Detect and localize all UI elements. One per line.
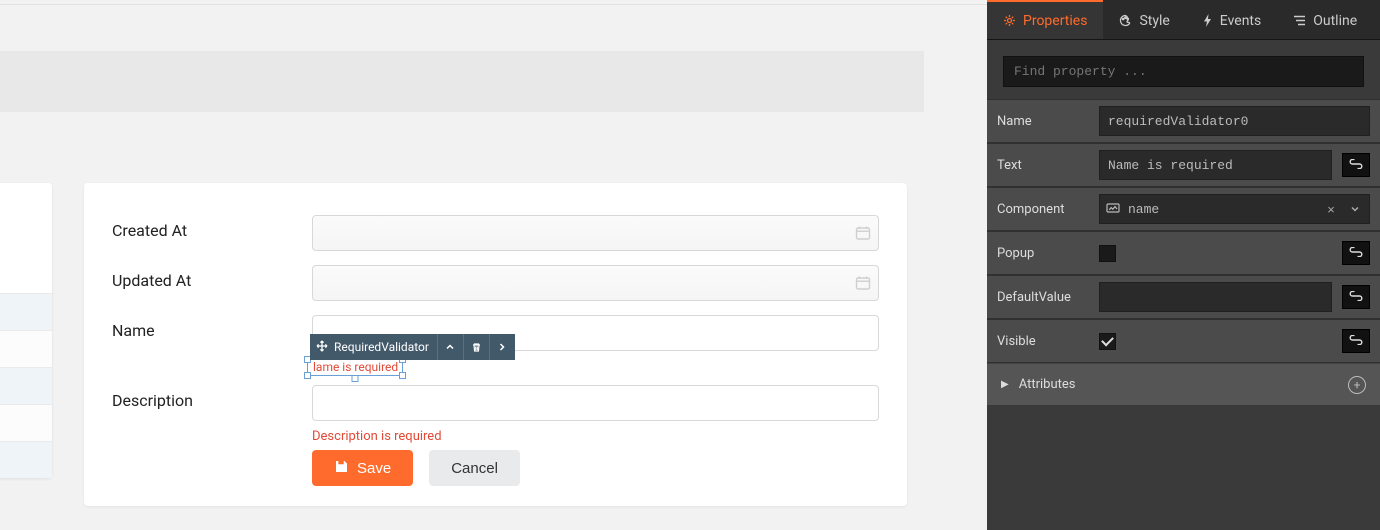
workspace: Created At Updated At Name — [0, 0, 987, 530]
clear-icon[interactable]: × — [1323, 202, 1339, 217]
form-row-description: Description Description is required — [112, 385, 879, 444]
property-search-input[interactable] — [1003, 56, 1364, 87]
tab-properties[interactable]: Properties — [987, 0, 1103, 39]
bind-button[interactable] — [1342, 241, 1370, 265]
prop-row-component: Component name × — [987, 187, 1380, 231]
outline-icon — [1293, 15, 1306, 26]
list-item[interactable] — [0, 367, 52, 404]
tab-events-label: Events — [1220, 13, 1261, 29]
tab-style-label: Style — [1139, 13, 1169, 29]
label-description: Description — [112, 385, 312, 410]
cancel-button[interactable]: Cancel — [429, 450, 520, 486]
prop-component-select[interactable]: name × — [1099, 194, 1370, 224]
resize-handle[interactable] — [304, 372, 311, 379]
chevron-right-icon: ▶ — [1001, 379, 1009, 390]
list-item[interactable] — [0, 404, 52, 441]
list-item[interactable] — [0, 330, 52, 367]
label-created-at: Created At — [112, 215, 312, 240]
link-icon — [1349, 334, 1363, 349]
form-card: Created At Updated At Name — [84, 183, 907, 506]
inspector-tabs: Properties Style Events Outline — [987, 0, 1380, 40]
bind-button[interactable] — [1342, 153, 1370, 177]
prop-defaultvalue-input[interactable] — [1099, 282, 1332, 312]
link-icon — [1349, 290, 1363, 305]
bolt-icon — [1202, 14, 1213, 27]
prop-row-name: Name — [987, 99, 1380, 143]
form-row-updated-at: Updated At — [112, 265, 879, 301]
chevron-down-icon[interactable] — [1347, 202, 1363, 217]
resize-handle[interactable] — [399, 372, 406, 379]
prop-row-popup: Popup — [987, 231, 1380, 275]
save-button[interactable]: Save — [312, 450, 413, 486]
tab-events[interactable]: Events — [1186, 0, 1277, 39]
form-row-created-at: Created At — [112, 215, 879, 251]
top-divider — [0, 4, 987, 5]
tab-properties-label: Properties — [1023, 13, 1087, 29]
prop-visible-checkbox[interactable] — [1099, 333, 1116, 350]
bind-button[interactable] — [1342, 329, 1370, 353]
attributes-label: Attributes — [1019, 377, 1076, 392]
validator-tag-label: RequiredValidator — [334, 340, 429, 354]
component-icon — [1106, 202, 1120, 217]
selection-box[interactable] — [307, 359, 403, 376]
updated-at-input[interactable] — [312, 265, 879, 301]
side-peek-card — [0, 183, 52, 478]
prop-label: DefaultValue — [997, 290, 1089, 305]
move-icon — [316, 340, 328, 355]
prop-label: Popup — [997, 246, 1089, 261]
tab-outline-label: Outline — [1313, 13, 1357, 29]
prop-popup-checkbox[interactable] — [1099, 245, 1116, 262]
label-name: Name — [112, 315, 312, 340]
gear-icon — [1003, 14, 1016, 27]
prop-name-input[interactable] — [1099, 106, 1370, 136]
validator-toolbar[interactable]: RequiredValidator — [310, 334, 515, 360]
created-at-input[interactable] — [312, 215, 879, 251]
prop-row-defaultvalue: DefaultValue — [987, 275, 1380, 319]
prop-text-input[interactable] — [1099, 150, 1332, 180]
list-item[interactable] — [0, 441, 52, 478]
validator-next-button[interactable] — [489, 334, 515, 360]
prop-label: Text — [997, 158, 1089, 173]
tab-outline[interactable]: Outline — [1277, 0, 1373, 39]
link-icon — [1349, 246, 1363, 261]
add-attribute-button[interactable]: + — [1348, 376, 1366, 394]
attributes-section[interactable]: ▶ Attributes + — [987, 363, 1380, 405]
prop-component-value: name — [1128, 202, 1315, 217]
resize-handle[interactable] — [352, 375, 359, 382]
label-updated-at: Updated At — [112, 265, 312, 290]
save-button-label: Save — [357, 460, 391, 477]
bind-button[interactable] — [1342, 285, 1370, 309]
inspector-panel: Properties Style Events Outline Name Te — [987, 0, 1380, 530]
button-row: Save Cancel — [312, 450, 879, 486]
link-icon — [1349, 158, 1363, 173]
property-search-wrap — [987, 40, 1380, 99]
cancel-button-label: Cancel — [451, 460, 498, 477]
description-input[interactable] — [312, 385, 879, 421]
list-item[interactable] — [0, 293, 52, 330]
prop-row-visible: Visible — [987, 319, 1380, 363]
prop-label: Visible — [997, 334, 1089, 349]
prop-label: Name — [997, 114, 1089, 129]
palette-icon — [1119, 14, 1132, 27]
save-icon — [334, 459, 349, 478]
validator-tag[interactable]: RequiredValidator — [310, 334, 437, 360]
prop-row-text: Text — [987, 143, 1380, 187]
top-band — [0, 51, 924, 112]
tab-style[interactable]: Style — [1103, 0, 1185, 39]
description-error-text: Description is required — [312, 429, 879, 444]
validator-up-button[interactable] — [437, 334, 463, 360]
prop-label: Component — [997, 202, 1089, 217]
validator-delete-button[interactable] — [463, 334, 489, 360]
side-peek-header — [0, 183, 52, 293]
form-row-name: Name RequiredValidator — [112, 315, 879, 351]
